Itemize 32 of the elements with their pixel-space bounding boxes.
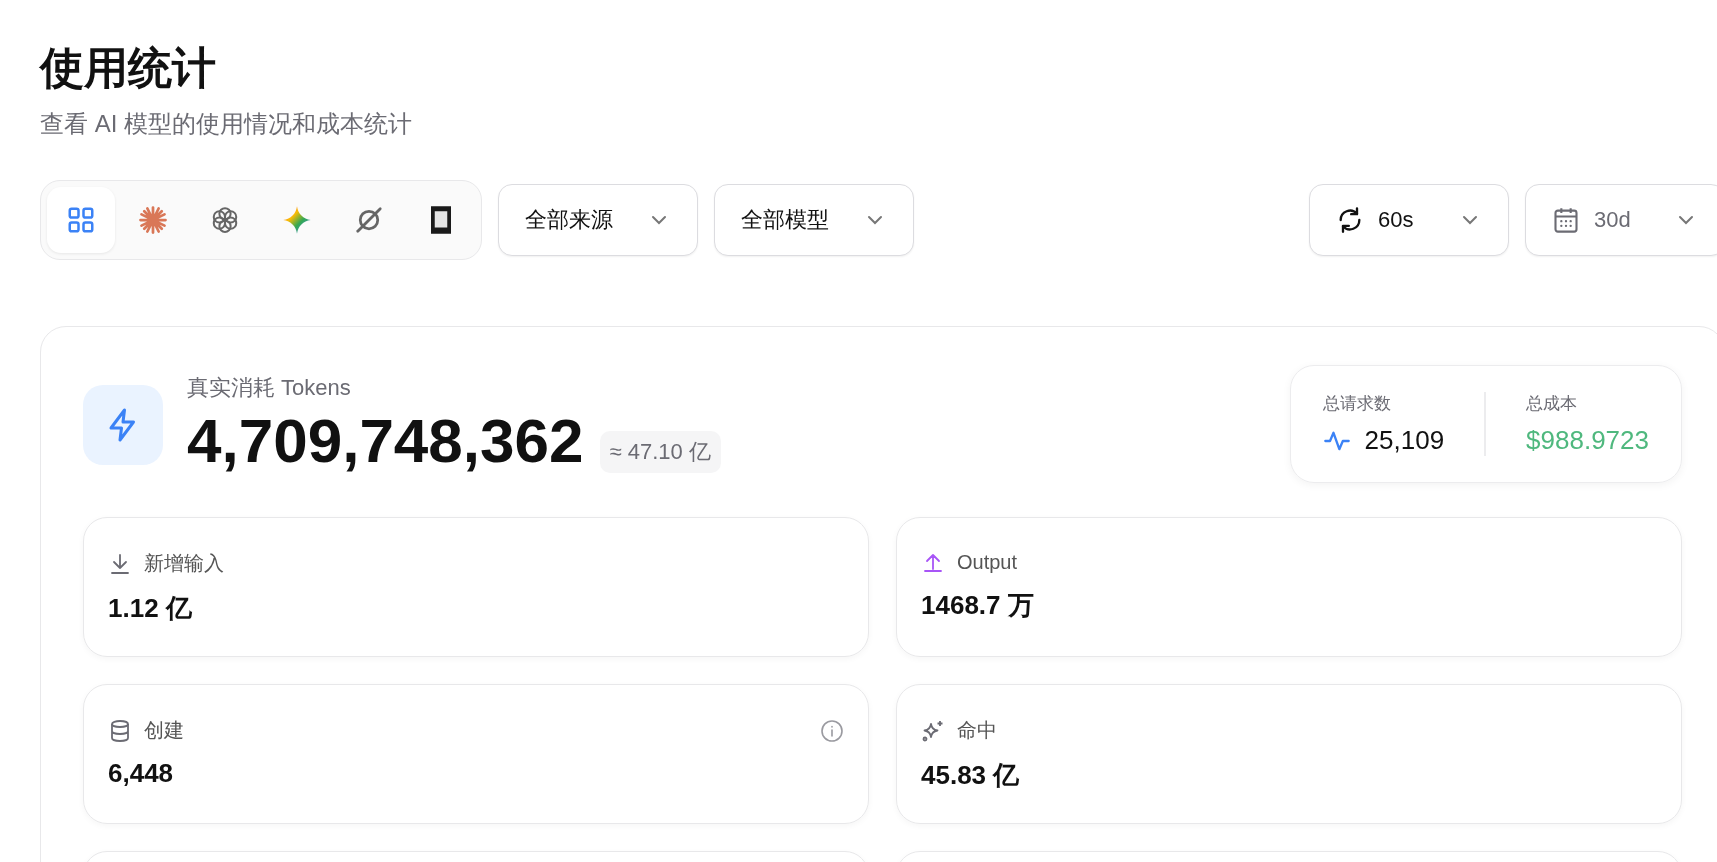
sparkle-star-icon <box>282 205 312 235</box>
cost-value: $988.9723 <box>1526 425 1649 456</box>
info-icon[interactable] <box>820 718 844 743</box>
calendar-icon <box>1552 206 1580 234</box>
tokens-label: 真实消耗 Tokens <box>187 374 352 402</box>
knot-icon <box>210 205 240 235</box>
metric-label: 命中 <box>957 718 997 743</box>
download-icon <box>108 551 132 576</box>
filter-dropdown[interactable]: 全部来源 <box>498 184 698 256</box>
cost-label: 总成本 <box>1526 393 1579 415</box>
metric-label: Output <box>957 550 1018 574</box>
grid-icon <box>66 205 96 235</box>
slashed-circle-icon <box>354 205 384 235</box>
filter-dropdown[interactable]: 全部模型 <box>714 184 914 256</box>
date-range-dropdown[interactable]: 30d <box>1525 184 1717 256</box>
starburst-icon <box>138 205 168 235</box>
page-title: 使用统计 <box>40 42 217 94</box>
metric-value: 1468.7 万 <box>921 589 1035 622</box>
metric-value: 1.12 亿 <box>108 592 193 625</box>
requests-value: 25,109 <box>1364 425 1445 456</box>
metric-value: 6,448 <box>108 758 175 789</box>
tokens-total: 4,709,748,362 <box>187 405 584 477</box>
refresh-dropdown[interactable]: 60s <box>1309 184 1509 256</box>
requests-label: 总请求数 <box>1322 393 1392 415</box>
page-subtitle: 查看 AI 模型的使用情况和成本统计 <box>40 109 413 139</box>
database-icon <box>108 718 132 743</box>
metric-label: 创建 <box>144 718 184 743</box>
tokens-approx: ≈ 47.10 亿 <box>599 431 721 473</box>
metric-label: 新增输入 <box>144 551 224 576</box>
sparkles-icon <box>921 718 945 743</box>
metric-value: 45.83 亿 <box>921 759 1021 792</box>
lightning-icon <box>83 385 163 465</box>
